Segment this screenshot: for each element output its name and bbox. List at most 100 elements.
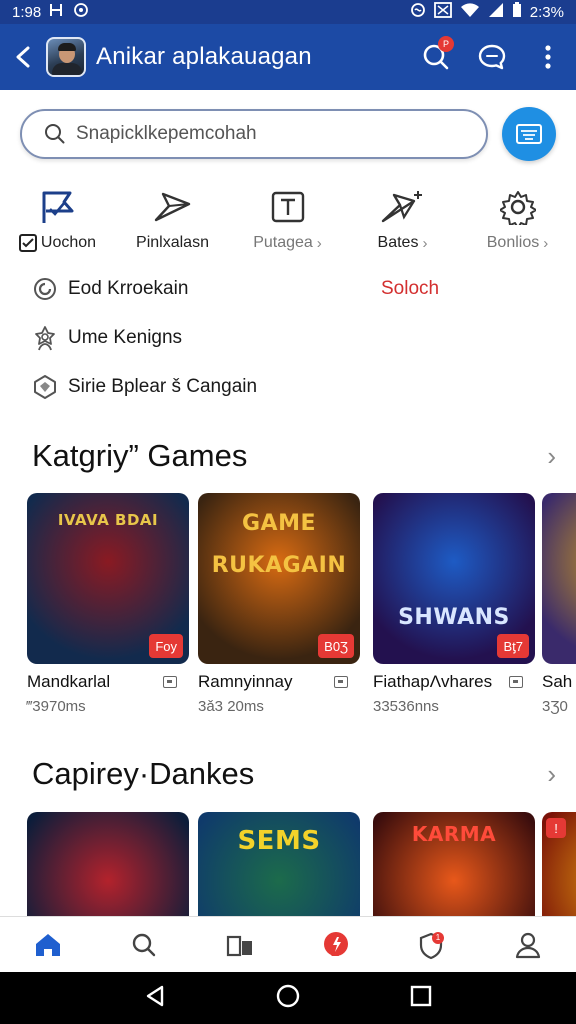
profile-icon (515, 932, 541, 958)
game-cover[interactable]: ! (542, 812, 576, 916)
game-meta: ‴3970ms (27, 698, 86, 715)
search-button[interactable]: P (408, 24, 464, 90)
quick-action-bates[interactable]: Bates › (345, 184, 460, 264)
filter-icon (516, 124, 542, 144)
game-cover[interactable]: SHWANS Bƫ7 (373, 493, 535, 664)
list-item-label: Ume Kenigns (68, 326, 183, 348)
search-icon (132, 933, 156, 956)
game-cover-title: GAME RUKAGAIN (211, 511, 347, 578)
notification-icon (433, 2, 452, 22)
game-card[interactable]: KARMA (373, 812, 535, 916)
bottom-nav: 1 (0, 916, 576, 972)
back-nav-button[interactable] (144, 984, 166, 1013)
nav-home[interactable] (0, 917, 96, 972)
recents-nav-button[interactable] (410, 985, 432, 1012)
game-card[interactable]: SEMS (198, 812, 360, 916)
battery-percent: 2:3% (529, 3, 564, 21)
alert-bubble-icon (324, 931, 348, 956)
game-card[interactable]: IVAVA BDAI Foy Mandkarlal ‴3970ms (27, 493, 189, 715)
back-arrow-icon (16, 46, 30, 68)
search-box[interactable] (20, 109, 488, 159)
quick-action-label: Uochon (40, 234, 97, 251)
sparkle-plane-icon (381, 191, 422, 223)
list-item-side-link[interactable]: Soloch (381, 278, 439, 300)
menu-list: Eod Krroekain Soloch Ume Kenigns Sirie B… (0, 264, 576, 411)
game-meta: 3Ʒ0 (542, 698, 568, 715)
nav-search[interactable] (96, 917, 192, 972)
game-title: Ramnyinnay (198, 672, 293, 691)
bookmark-icon[interactable] (509, 676, 523, 688)
alert-badge: ! (546, 818, 566, 838)
section-header[interactable]: Capirey·Dankes › (32, 752, 562, 796)
back-button[interactable] (0, 24, 46, 90)
game-cover-title: KARMA (411, 822, 497, 846)
home-icon (36, 933, 60, 956)
nav-security[interactable]: 1 (384, 917, 480, 972)
status-bar: 1:98 2:3% (0, 0, 576, 24)
game-card[interactable]: SHWANS Bƫ7 FiathapɅvhares 33536nns (373, 493, 535, 715)
game-card[interactable] (27, 812, 189, 916)
nav-profile[interactable] (480, 917, 576, 972)
library-icon (226, 935, 252, 956)
game-card[interactable]: ! (542, 812, 576, 916)
list-item[interactable]: Eod Krroekain Soloch (0, 264, 576, 313)
quick-actions: Uochon Pinlxalasn Putagea › Bates › Bonlio… (0, 184, 576, 264)
filter-button[interactable] (502, 107, 556, 161)
wifi-icon (460, 2, 480, 22)
notification-badge: P (438, 36, 454, 52)
search-row (20, 106, 556, 162)
game-meta: 3ǎ3 20ms (198, 698, 264, 715)
search-input[interactable] (76, 123, 456, 145)
game-cover[interactable]: KARMA (373, 812, 535, 916)
game-cover[interactable]: GAME RUKAGAIN B0Ʒ (198, 493, 360, 664)
chat-button[interactable] (464, 24, 520, 90)
list-item[interactable]: Sirie Bplear š Cangain (0, 362, 576, 411)
list-item-label: Eod Krroekain (68, 277, 189, 299)
game-cover[interactable]: SEMS (198, 812, 360, 916)
quick-action-uochon[interactable]: Uochon (0, 184, 115, 264)
game-cover[interactable] (542, 493, 576, 664)
list-item[interactable]: Ume Kenigns (0, 313, 576, 362)
game-title: Mandkarlal (27, 672, 111, 691)
bookmark-icon[interactable] (334, 676, 348, 688)
game-carousel[interactable]: IVAVA BDAI Foy Mandkarlal ‴3970ms GAME R… (0, 493, 576, 723)
price-badge: B0Ʒ (318, 634, 354, 658)
section-title: Katgriy” Games (32, 438, 248, 473)
hex-shield-icon (34, 374, 56, 399)
text-box-icon (271, 191, 304, 223)
section-header[interactable]: Katgriy” Games › (32, 434, 562, 478)
game-card[interactable]: Sah 3Ʒ0 (542, 493, 576, 715)
status-time: 1:98 (12, 3, 42, 21)
chevron-right-icon[interactable]: › (547, 759, 556, 790)
quick-action-bonlios[interactable]: Bonlios › (460, 184, 575, 264)
nav-library[interactable] (192, 917, 288, 972)
bookmark-icon[interactable] (163, 676, 177, 688)
game-meta: 33536nns (373, 698, 439, 715)
chevron-right-icon: › (543, 234, 549, 252)
nav-alerts[interactable] (288, 917, 384, 972)
quick-action-pinlxalasn[interactable]: Pinlxalasn (115, 184, 230, 264)
checkbox-icon[interactable] (18, 234, 37, 252)
battery-icon (512, 2, 522, 22)
quick-action-label: Putagea (253, 234, 313, 251)
chevron-right-icon: › (316, 234, 322, 252)
game-cover[interactable]: IVAVA BDAI Foy (27, 493, 189, 664)
quick-action-label: Bonlios (486, 234, 540, 251)
app-bar: Anikar aplakauagan P (0, 24, 576, 90)
shield-badge-icon (419, 931, 444, 959)
game-title: FiathapɅvhares (373, 672, 493, 691)
avatar[interactable] (46, 37, 86, 77)
game-cover[interactable] (27, 812, 189, 916)
flag-icon (42, 191, 73, 223)
send-icon (154, 192, 190, 222)
chevron-right-icon[interactable]: › (547, 441, 556, 472)
price-badge: Foy (149, 634, 183, 658)
game-carousel[interactable]: SEMS KARMA ! (0, 812, 576, 916)
section-title: Capirey·Dankes (32, 756, 255, 791)
chevron-right-icon: › (422, 234, 428, 252)
quick-action-putagea[interactable]: Putagea › (230, 184, 345, 264)
more-options-button[interactable] (520, 24, 576, 90)
game-card[interactable]: GAME RUKAGAIN B0Ʒ Ramnyinnay 3ǎ3 20ms (198, 493, 360, 715)
home-nav-button[interactable] (275, 983, 301, 1014)
more-vert-icon (545, 45, 551, 69)
